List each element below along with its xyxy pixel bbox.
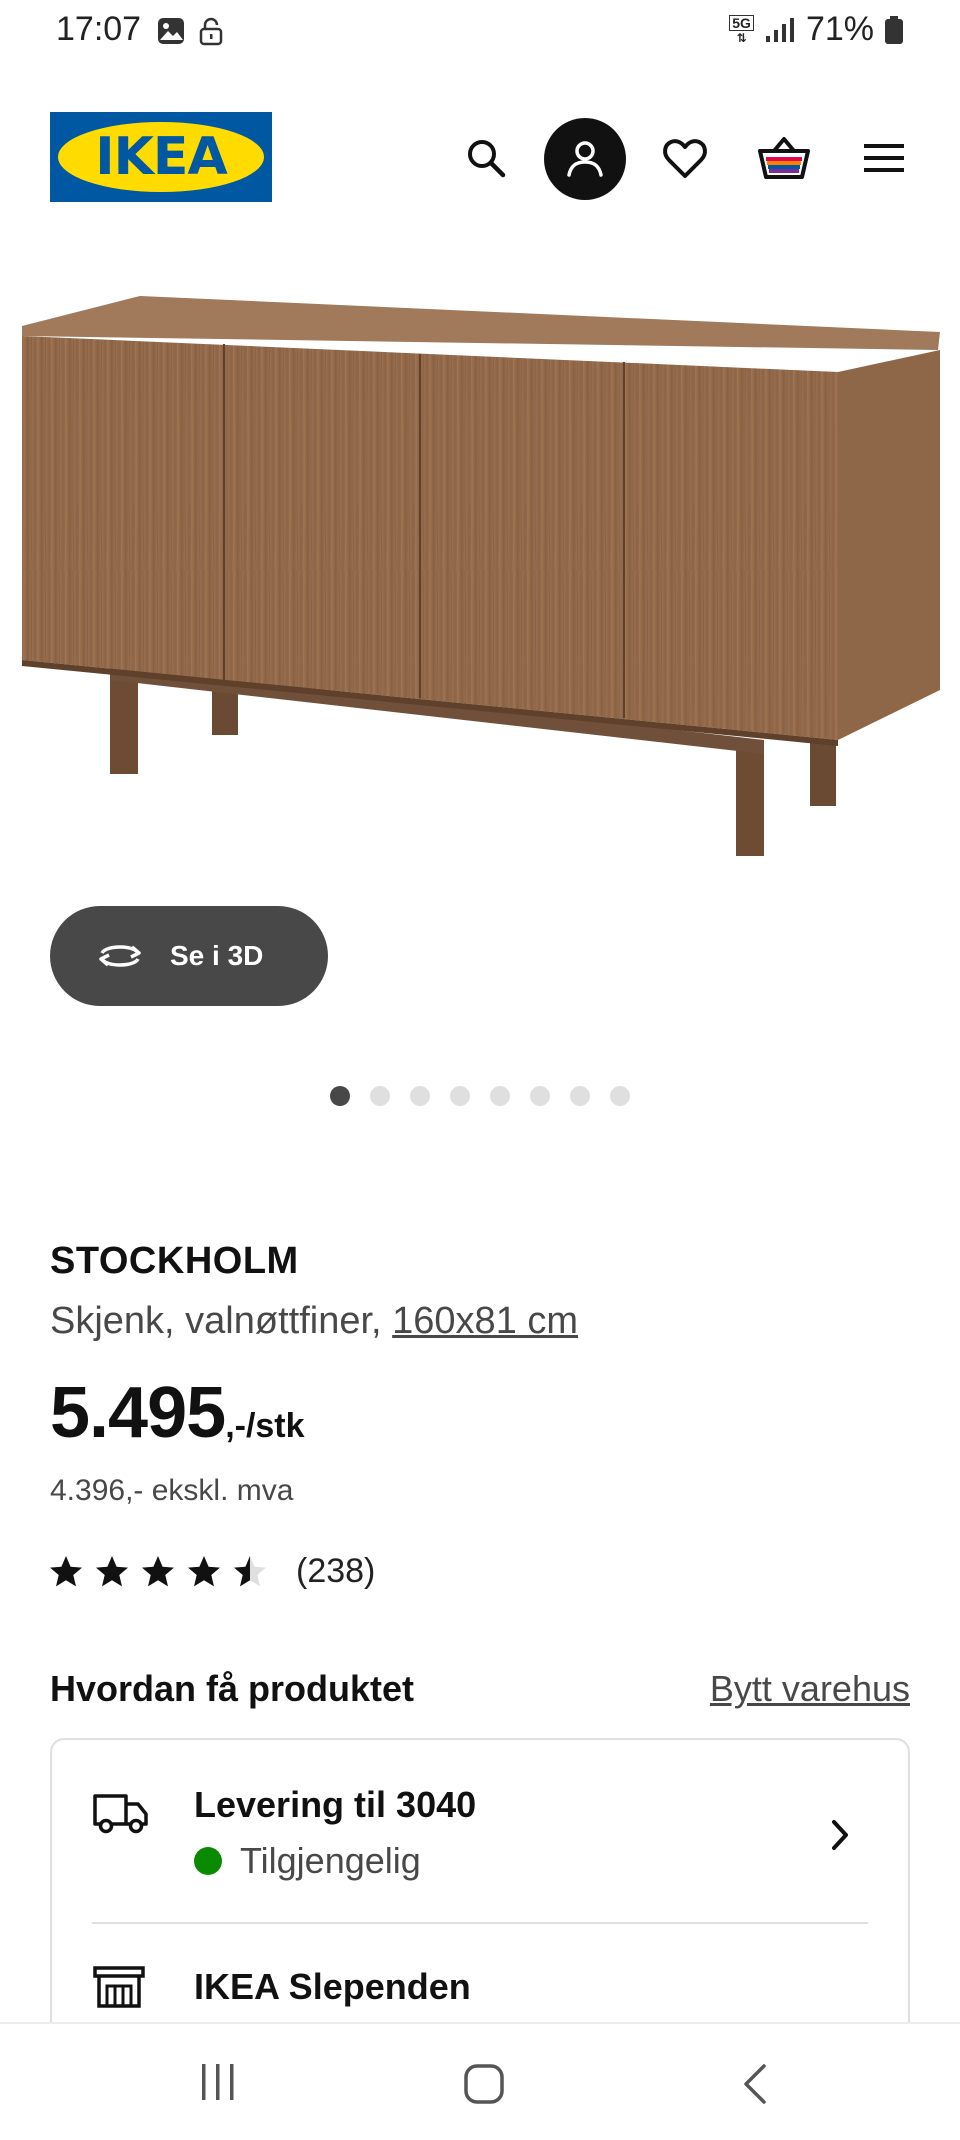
battery-icon: [885, 15, 903, 44]
rotate-3d-icon: [99, 945, 141, 967]
network-icon: 5G ⇅: [729, 14, 754, 45]
site-header: IKEA: [0, 100, 960, 216]
search-icon: [468, 140, 506, 178]
star-full-icon: [188, 1555, 220, 1586]
star-half-icon: [234, 1555, 266, 1586]
change-store-link[interactable]: Bytt varehus: [710, 1668, 910, 1710]
delivery-option-home[interactable]: Levering til 3040 Tilgjengelig: [52, 1740, 908, 1922]
favorites-button[interactable]: [654, 128, 716, 188]
cart-button[interactable]: [752, 126, 816, 190]
home-icon[interactable]: [462, 2062, 506, 2106]
availability-label: Tilgjengelig: [240, 1840, 421, 1881]
gallery-dot[interactable]: [490, 1086, 510, 1106]
truck-icon: [93, 1794, 148, 1834]
price-amount: 5.495: [50, 1373, 226, 1453]
gallery-dot[interactable]: [570, 1086, 590, 1106]
availability-status: Tilgjengelig: [194, 1840, 421, 1882]
ikea-logo[interactable]: IKEA: [50, 112, 272, 202]
gallery-notification-icon: [158, 18, 184, 44]
product-image[interactable]: [0, 270, 960, 870]
gallery-dot[interactable]: [330, 1086, 350, 1106]
menu-icon: [864, 144, 904, 172]
product-description: Skjenk, valnøttfiner, 160x81 cm: [50, 1300, 578, 1343]
store-option-title: IKEA Slependen: [194, 1966, 471, 2007]
delivery-option-title: Levering til 3040: [194, 1784, 477, 1825]
lock-notification-icon: [199, 17, 223, 46]
price-suffix: ,-/stk: [225, 1407, 305, 1445]
search-button[interactable]: [456, 128, 516, 188]
basket-icon: [758, 137, 810, 179]
price-ex-vat: 4.396,- ekskl. mva: [50, 1474, 294, 1507]
star-full-icon: [96, 1555, 128, 1586]
status-bar: 17:07 5G ⇅ 71%: [0, 0, 960, 64]
gallery-dot[interactable]: [450, 1086, 470, 1106]
product-type: Skjenk, valnøttfiner,: [50, 1300, 393, 1342]
available-indicator: [194, 1847, 222, 1875]
view-3d-label: Se i 3D: [170, 940, 264, 971]
product-name: STOCKHOLM: [50, 1240, 299, 1282]
account-icon: [567, 141, 603, 177]
account-button[interactable]: [544, 118, 626, 200]
store-icon: [93, 1966, 145, 2008]
rating-count: (238): [296, 1552, 376, 1590]
recent-apps-icon[interactable]: [196, 2062, 240, 2102]
gallery-pagination: [0, 1086, 960, 1106]
battery-level: 71%: [805, 10, 874, 48]
star-full-icon: [50, 1555, 82, 1586]
star-full-icon: [142, 1555, 174, 1586]
gallery-dot[interactable]: [410, 1086, 430, 1106]
heart-icon: [663, 139, 707, 178]
status-right: 5G ⇅ 71%: [729, 10, 904, 49]
status-time: 17:07: [56, 10, 142, 48]
delivery-heading: Hvordan få produktet: [50, 1668, 415, 1709]
view-3d-button[interactable]: Se i 3D: [50, 906, 328, 1006]
logo-text: IKEA: [95, 127, 227, 187]
menu-button[interactable]: [852, 128, 916, 188]
gallery-dot[interactable]: [370, 1086, 390, 1106]
product-rating[interactable]: (238): [48, 1552, 375, 1591]
back-icon[interactable]: [738, 2062, 770, 2106]
gallery-dot[interactable]: [610, 1086, 630, 1106]
signal-icon: [765, 17, 794, 42]
gallery-dot[interactable]: [530, 1086, 550, 1106]
android-nav-bar: [0, 2022, 960, 2140]
product-size-link[interactable]: 160x81 cm: [392, 1300, 578, 1342]
chevron-right-icon: [832, 1820, 848, 1850]
product-price: 5.495 ,-/stk: [50, 1372, 305, 1454]
